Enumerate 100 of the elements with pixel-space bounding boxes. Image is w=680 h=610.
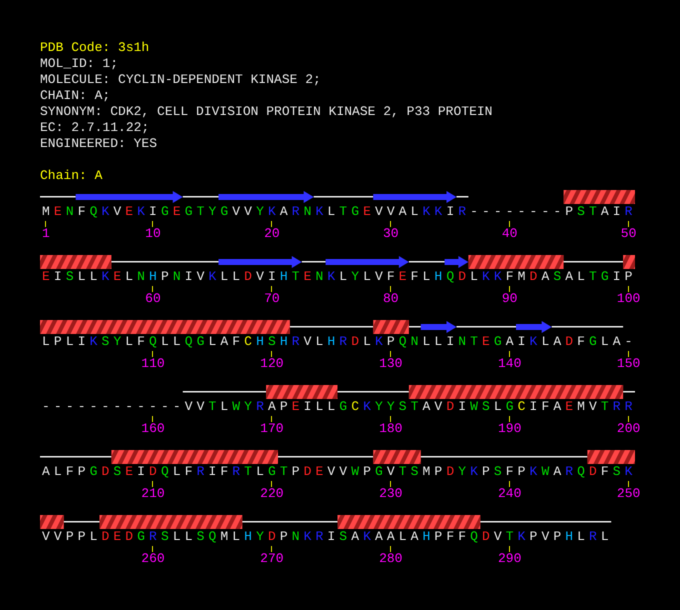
residue: K xyxy=(302,530,312,544)
residue: K xyxy=(422,205,432,219)
residue: T xyxy=(398,465,408,479)
residue: L xyxy=(208,335,218,349)
tick-mark xyxy=(509,546,510,552)
residue: I xyxy=(516,335,526,349)
residue: W xyxy=(350,465,360,479)
residue: F xyxy=(136,335,146,349)
residue: L xyxy=(422,270,432,284)
residue: Q xyxy=(208,530,218,544)
residue: S xyxy=(64,270,75,284)
residue: Q xyxy=(576,465,586,479)
residue: Q xyxy=(398,335,408,349)
residue: I xyxy=(326,530,336,544)
tick-mark xyxy=(509,351,510,357)
tick-mark xyxy=(271,351,272,357)
residue: P xyxy=(278,530,289,544)
residue: L xyxy=(172,530,182,544)
residue: - xyxy=(112,400,122,414)
residue: L xyxy=(160,335,170,349)
residue: D xyxy=(445,400,456,414)
residue: F xyxy=(457,530,468,544)
residue: L xyxy=(398,530,408,544)
residue: F xyxy=(576,335,586,349)
residue: Q xyxy=(148,335,158,349)
residue: S xyxy=(552,270,562,284)
residue: V xyxy=(243,205,253,219)
residue: E xyxy=(112,530,122,544)
residue: R xyxy=(314,530,324,544)
residue: V xyxy=(374,270,384,284)
residue: V xyxy=(588,400,598,414)
residue: L xyxy=(88,270,98,284)
residue: L xyxy=(219,270,230,284)
residue: P xyxy=(76,530,87,544)
residue: E xyxy=(124,205,134,219)
residue: W xyxy=(231,400,242,414)
residue: E xyxy=(398,270,408,284)
residue: W xyxy=(540,465,550,479)
residue: E xyxy=(52,205,63,219)
residue-number: 190 xyxy=(498,422,522,436)
residue: H xyxy=(326,335,336,349)
residue: L xyxy=(576,530,586,544)
residue: T xyxy=(278,465,289,479)
residue: - xyxy=(492,205,503,219)
residue: K xyxy=(326,270,336,284)
residue: E xyxy=(302,270,312,284)
residue: L xyxy=(362,335,372,349)
residue: V xyxy=(41,530,51,544)
residue: D xyxy=(588,465,598,479)
tick-mark xyxy=(390,286,392,292)
residue: H xyxy=(422,530,432,544)
residue: H xyxy=(148,270,158,284)
residue: P xyxy=(433,530,444,544)
residue: V xyxy=(433,400,444,414)
residue: - xyxy=(88,400,98,414)
residue: F xyxy=(504,465,515,479)
residue: R xyxy=(196,465,206,479)
residue: I xyxy=(76,335,87,349)
residue: N xyxy=(136,270,146,284)
residue: K xyxy=(528,465,538,479)
residue: Q xyxy=(160,465,170,479)
residue-number: 10 xyxy=(145,227,161,241)
residue: L xyxy=(124,335,134,349)
residue-number: 230 xyxy=(379,487,402,501)
residue: D xyxy=(302,465,312,479)
residue-number: 120 xyxy=(260,357,284,371)
residue: R xyxy=(148,530,158,544)
residue: A xyxy=(564,270,574,284)
tick-mark xyxy=(45,221,46,227)
residue: S xyxy=(398,400,408,414)
residue: - xyxy=(100,400,110,414)
residue: F xyxy=(410,270,420,284)
tick-mark xyxy=(509,416,510,422)
residue: F xyxy=(64,465,75,479)
residue: V xyxy=(196,270,206,284)
tick-mark xyxy=(509,221,510,227)
tick-mark xyxy=(152,481,154,487)
tick-mark xyxy=(628,286,630,292)
residue: A xyxy=(266,400,277,414)
residue: T xyxy=(243,465,253,479)
residue: A xyxy=(600,205,610,219)
residue: P xyxy=(386,335,396,349)
residue: C xyxy=(516,400,526,414)
residue: G xyxy=(374,465,384,479)
residue: Y xyxy=(112,335,122,349)
residue: V xyxy=(196,400,206,414)
residue: M xyxy=(41,205,51,219)
residue: F xyxy=(600,465,610,479)
tick-mark xyxy=(628,221,630,227)
residue: G xyxy=(600,270,610,284)
residue: V xyxy=(338,465,348,479)
residue: V xyxy=(326,465,336,479)
residue: K xyxy=(516,530,526,544)
residue-number: 150 xyxy=(616,357,640,371)
residue: S xyxy=(612,465,622,479)
residue: A xyxy=(398,205,408,219)
residue: - xyxy=(624,335,634,349)
residue: S xyxy=(576,205,586,219)
residue: I xyxy=(457,400,468,414)
residue: - xyxy=(480,205,491,219)
